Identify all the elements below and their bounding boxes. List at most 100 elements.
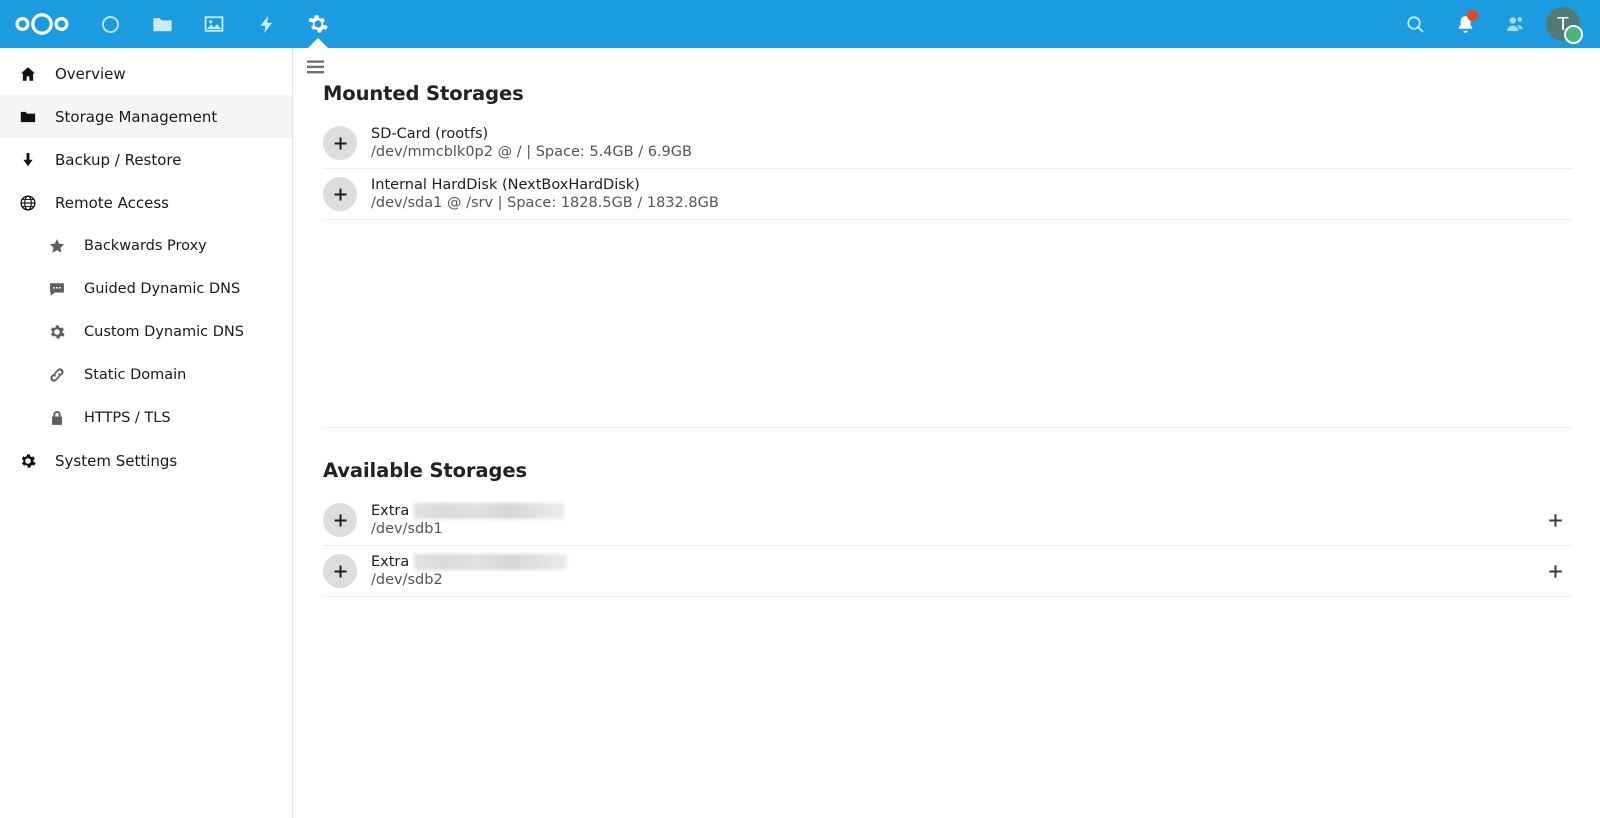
- sidebar-item-label: Static Domain: [84, 367, 186, 383]
- contacts-icon: [1504, 13, 1526, 35]
- comment-icon: [48, 280, 66, 298]
- expand-storage-button[interactable]: [323, 126, 357, 160]
- sidebar-item-label: Storage Management: [55, 108, 217, 126]
- download-icon-wrap: [13, 151, 43, 169]
- storage-row-title-line: SD-Card (rootfs): [371, 125, 692, 143]
- storage-row-subtitle: /dev/mmcblk0p2 @ / | Space: 5.4GB / 6.9G…: [371, 143, 692, 161]
- folder-icon: [19, 108, 37, 126]
- files-icon: [151, 13, 174, 36]
- storage-row-texts: Extra/dev/sdb2: [371, 553, 567, 589]
- available-storages-title: Available Storages: [323, 459, 1572, 482]
- search-button[interactable]: [1390, 0, 1440, 48]
- sidebar-item-guided-dynamic-dns[interactable]: Guided Dynamic DNS: [0, 267, 292, 310]
- gear-icon: [48, 323, 66, 341]
- sidebar-item-label: Backup / Restore: [55, 151, 182, 169]
- storage-row[interactable]: Extra/dev/sdb2: [323, 546, 1572, 597]
- storage-row[interactable]: Extra/dev/sdb1: [323, 495, 1572, 546]
- avatar-status-indicator: [1564, 25, 1583, 44]
- main-content: Mounted Storages SD-Card (rootfs)/dev/mm…: [294, 48, 1600, 818]
- dashboard-icon: [100, 14, 121, 35]
- redacted-text-block: [414, 554, 567, 570]
- contacts-button[interactable]: [1490, 0, 1540, 48]
- storage-row-title-line: Internal HardDisk (NextBoxHardDisk): [371, 176, 719, 194]
- app-icon-activity[interactable]: [240, 0, 292, 48]
- available-storages-list: Extra/dev/sdb1Extra/dev/sdb2: [323, 495, 1572, 597]
- expand-storage-button[interactable]: [323, 503, 357, 537]
- nextcloud-logo-icon: [13, 11, 71, 37]
- storage-row-title: Internal HardDisk (NextBoxHardDisk): [371, 176, 640, 194]
- storage-row-texts: SD-Card (rootfs)/dev/mmcblk0p2 @ / | Spa…: [371, 125, 692, 161]
- top-app-bar: T: [0, 0, 1600, 48]
- notification-badge-dot: [1467, 10, 1478, 21]
- storage-row-title-line: Extra: [371, 502, 564, 520]
- add-storage-button[interactable]: [1540, 505, 1570, 535]
- plus-icon: [333, 136, 348, 151]
- lock-icon-wrap: [42, 409, 72, 427]
- sidebar-item-storage-management[interactable]: Storage Management: [0, 95, 292, 138]
- storage-row[interactable]: SD-Card (rootfs)/dev/mmcblk0p2 @ / | Spa…: [323, 118, 1572, 169]
- sidebar-item-custom-dynamic-dns[interactable]: Custom Dynamic DNS: [0, 310, 292, 353]
- storage-row-title: Extra: [371, 553, 409, 571]
- sidebar-item-label: Remote Access: [55, 194, 169, 212]
- add-storage-button[interactable]: [1540, 556, 1570, 586]
- plus-icon: [333, 513, 348, 528]
- star-icon: [48, 237, 66, 255]
- avatar: T: [1546, 7, 1580, 41]
- sidebar-item-overview[interactable]: Overview: [0, 52, 292, 95]
- download-icon: [19, 151, 37, 169]
- storage-row-subtitle: /dev/sdb1: [371, 520, 564, 538]
- sidebar-item-label: System Settings: [55, 452, 177, 470]
- storage-row-subtitle: /dev/sdb2: [371, 571, 567, 589]
- comment-icon-wrap: [42, 280, 72, 298]
- storage-row[interactable]: Internal HardDisk (NextBoxHardDisk)/dev/…: [323, 169, 1572, 220]
- link-icon-wrap: [42, 366, 72, 384]
- plus-icon: [333, 187, 348, 202]
- activity-icon: [256, 14, 277, 35]
- link-icon: [48, 366, 66, 384]
- sidebar-item-label: Guided Dynamic DNS: [84, 281, 240, 297]
- topbar-actions: T: [1390, 0, 1600, 48]
- nextcloud-logo[interactable]: [0, 0, 84, 48]
- notifications-button[interactable]: [1440, 0, 1490, 48]
- star-icon-wrap: [42, 237, 72, 255]
- hamburger-menu-icon[interactable]: [307, 59, 324, 78]
- sidebar-item-remote-access[interactable]: Remote Access: [0, 181, 292, 224]
- app-icon-settings[interactable]: [292, 0, 344, 48]
- app-icon-files[interactable]: [136, 0, 188, 48]
- storage-row-title: SD-Card (rootfs): [371, 125, 488, 143]
- sidebar-item-label: Custom Dynamic DNS: [84, 324, 244, 340]
- gear-icon-wrap: [42, 323, 72, 341]
- storage-row-subtitle: /dev/sda1 @ /srv | Space: 1828.5GB / 183…: [371, 194, 719, 212]
- mounted-storages-section: Mounted Storages SD-Card (rootfs)/dev/mm…: [294, 48, 1600, 220]
- app-icon-dashboard[interactable]: [84, 0, 136, 48]
- expand-storage-button[interactable]: [323, 554, 357, 588]
- sidebar-item-label: Overview: [55, 65, 126, 83]
- hamburger-bars-icon: [307, 60, 324, 74]
- photos-icon: [203, 13, 225, 35]
- plus-icon: [1548, 513, 1563, 528]
- expand-storage-button[interactable]: [323, 177, 357, 211]
- home-icon-wrap: [13, 65, 43, 83]
- plus-icon: [333, 564, 348, 579]
- home-icon: [19, 65, 37, 83]
- redacted-text-block: [414, 503, 564, 519]
- user-avatar-button[interactable]: T: [1540, 0, 1586, 48]
- globe-icon-wrap: [13, 194, 43, 212]
- sidebar-item-label: HTTPS / TLS: [84, 410, 171, 426]
- gear-icon: [19, 452, 37, 470]
- sidebar-item-backwards-proxy[interactable]: Backwards Proxy: [0, 224, 292, 267]
- sidebar-item-static-domain[interactable]: Static Domain: [0, 353, 292, 396]
- sidebar-item-system-settings[interactable]: System Settings: [0, 439, 292, 482]
- sidebar-item-backup-restore[interactable]: Backup / Restore: [0, 138, 292, 181]
- sidebar-item-label: Backwards Proxy: [84, 238, 207, 254]
- folder-icon-wrap: [13, 108, 43, 126]
- app-icon-photos[interactable]: [188, 0, 240, 48]
- search-icon: [1405, 14, 1426, 35]
- storage-row-title: Extra: [371, 502, 409, 520]
- storage-row-texts: Internal HardDisk (NextBoxHardDisk)/dev/…: [371, 176, 719, 212]
- available-storages-section: Available Storages Extra/dev/sdb1Extra/d…: [294, 428, 1600, 597]
- globe-icon: [19, 194, 37, 212]
- sidebar-item-https-tls[interactable]: HTTPS / TLS: [0, 396, 292, 439]
- mounted-storages-list: SD-Card (rootfs)/dev/mmcblk0p2 @ / | Spa…: [323, 118, 1572, 220]
- mounted-storages-title: Mounted Storages: [323, 82, 1572, 105]
